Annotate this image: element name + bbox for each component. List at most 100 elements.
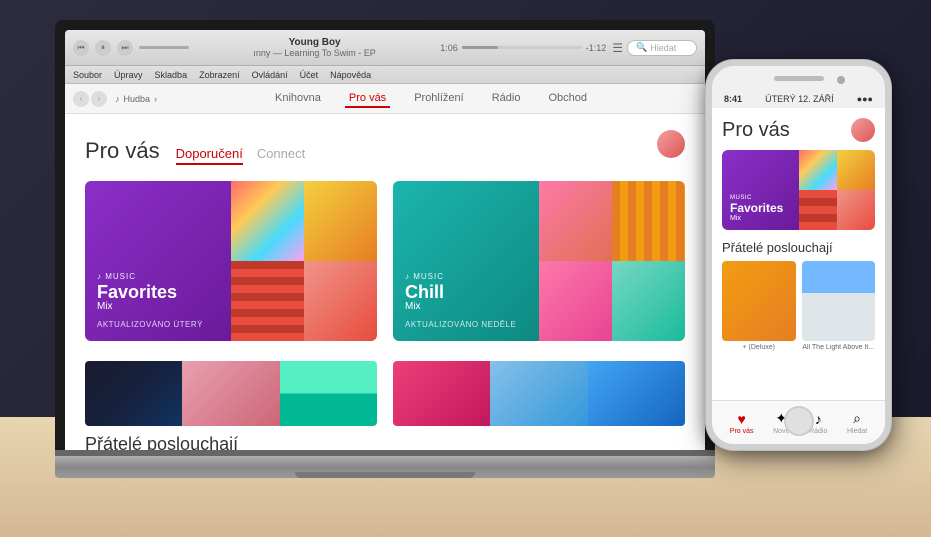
menu-upravy[interactable]: Úpravy <box>114 70 143 80</box>
favorites-mix-main: ♪ Music Favorites Mix Aktualizováno úter… <box>85 181 231 341</box>
favorites-label: ♪ Music <box>97 272 219 281</box>
iphone-mix-title: Favorites <box>730 201 791 215</box>
time-remaining: -1:12 <box>586 43 607 53</box>
br-thumb-3 <box>588 361 685 426</box>
music-note-icon: ♪ <box>115 94 120 104</box>
progress-bar[interactable] <box>462 46 582 49</box>
chill-thumb-3 <box>539 261 612 341</box>
prev-button[interactable]: ⏮ <box>73 40 89 56</box>
progress-fill <box>462 46 498 49</box>
bl-thumb-1 <box>85 361 182 426</box>
iphone-camera <box>837 76 845 84</box>
iphone-screen: 8:41 ÚTERÝ 12. ZÁŘÍ ●●● Pro vás Music Fa… <box>712 90 885 444</box>
bottom-left-grid <box>85 361 377 426</box>
iphone-friend-1-wrapper: + (Deluxe) <box>722 261 796 351</box>
iphone-friends-section: Přátelé poslouchají + (Deluxe) All The L… <box>722 240 875 351</box>
iphone-thumb-2 <box>837 150 875 190</box>
tab-for-you[interactable]: Pro vás <box>345 90 390 108</box>
search-box[interactable]: 🔍 Hledat <box>627 40 697 56</box>
favorites-mix-card[interactable]: ♪ Music Favorites Mix Aktualizováno úter… <box>85 181 377 341</box>
menu-ovladani[interactable]: Ovládání <box>252 70 288 80</box>
chill-label: ♪ Music <box>405 272 527 281</box>
user-avatar[interactable] <box>657 130 685 158</box>
iphone-friend-2-wrapper: All The Light Above It... <box>802 261 876 351</box>
iphone-friends-row: + (Deluxe) All The Light Above It... <box>722 261 875 351</box>
bottom-row <box>85 361 685 426</box>
laptop-base <box>55 456 715 478</box>
sub-tab-doporuceni[interactable]: Doporučení <box>176 146 243 165</box>
time-elapsed: 1:06 <box>440 43 458 53</box>
favorites-updated: Aktualizováno úterý <box>97 320 219 329</box>
iphone-friend-2[interactable] <box>802 261 876 341</box>
chill-title: Chill <box>405 283 527 301</box>
progress-area: 1:06 -1:12 <box>440 43 606 53</box>
iphone-time: 8:41 <box>724 94 742 104</box>
chill-mix-main: ♪ Music Chill Mix Aktualizováno neděle <box>393 181 539 341</box>
laptop: ⏮ ⏸ ⏭ Young Boy ınny — Learning To Swim … <box>55 20 715 478</box>
track-info: Young Boy ınny — Learning To Swim - EP <box>195 37 434 58</box>
laptop-screen: ⏮ ⏸ ⏭ Young Boy ınny — Learning To Swim … <box>65 30 705 450</box>
iphone-thumb-1 <box>799 150 837 190</box>
list-icon: ☰ <box>612 41 623 55</box>
chill-thumb-4 <box>612 261 685 341</box>
br-thumb-2 <box>490 361 587 426</box>
back-arrow[interactable]: ‹ <box>73 91 89 107</box>
iphone-date: ÚTERÝ 12. ZÁŘÍ <box>765 94 834 104</box>
iphone-tab-for-you[interactable]: ♥ Pro vás <box>730 411 754 435</box>
iphone-mix-subtitle: Mix <box>730 215 791 222</box>
tab-store[interactable]: Obchod <box>544 90 591 108</box>
next-button[interactable]: ⏭ <box>117 40 133 56</box>
menu-soubor[interactable]: Soubor <box>73 70 102 80</box>
page-title: Pro vás <box>85 138 160 164</box>
search-icon: 🔍 <box>636 42 647 53</box>
chill-thumb-2 <box>612 181 685 261</box>
iphone-page-header: Pro vás <box>722 118 875 142</box>
menu-ucet[interactable]: Účet <box>300 70 319 80</box>
tab-browse[interactable]: Prohlížení <box>410 90 468 108</box>
iphone-mix-card[interactable]: Music Favorites Mix <box>722 150 875 230</box>
play-pause-button[interactable]: ⏸ <box>95 40 111 56</box>
radio-icon: ♪ <box>815 411 822 427</box>
heart-icon: ♥ <box>738 411 746 427</box>
volume-control[interactable] <box>139 46 189 49</box>
toolbar-controls: ☰ 🔍 Hledat <box>612 40 697 56</box>
sub-tabs: Doporučení Connect <box>176 146 306 165</box>
bl-thumb-2 <box>182 361 279 426</box>
thumb-3 <box>231 261 304 341</box>
iphone-tab-search-label: Hledat <box>847 428 867 435</box>
nav-bar: ‹ › ♪ Hudba › Knihovna Pro vás Prohlížen… <box>65 84 705 114</box>
chill-thumb-1 <box>539 181 612 261</box>
iphone-signal: ●●● <box>857 94 873 104</box>
breadcrumb-text: Hudba <box>124 94 151 104</box>
bl-thumb-3 <box>280 361 377 426</box>
search-placeholder: Hledat <box>650 43 676 53</box>
sub-tab-connect[interactable]: Connect <box>257 146 305 165</box>
iphone: 8:41 ÚTERÝ 12. ZÁŘÍ ●●● Pro vás Music Fa… <box>706 60 891 450</box>
iphone-avatar[interactable] <box>851 118 875 142</box>
iphone-friends-title: Přátelé poslouchají <box>722 240 875 255</box>
iphone-home-btn[interactable] <box>784 406 814 436</box>
search-icon: ⌕ <box>853 410 861 427</box>
mixes-row: ♪ Music Favorites Mix Aktualizováno úter… <box>85 181 685 341</box>
nav-arrows: ‹ › <box>73 91 107 107</box>
iphone-content: Pro vás Music Favorites Mix P <box>712 108 885 400</box>
favorites-title: Favorites <box>97 283 219 301</box>
iphone-mix-thumbs <box>799 150 876 230</box>
menu-napoveda[interactable]: Nápověda <box>330 70 371 80</box>
thumb-4 <box>304 261 377 341</box>
iphone-mix-main: Music Favorites Mix <box>722 150 799 230</box>
bottom-right-grid <box>393 361 685 426</box>
iphone-friend-1[interactable] <box>722 261 796 341</box>
chill-updated: Aktualizováno neděle <box>405 320 527 329</box>
iphone-tab-search[interactable]: ⌕ Hledat <box>847 410 867 435</box>
track-title: Young Boy <box>195 37 434 48</box>
iphone-page-title-text: Pro vás <box>722 119 790 142</box>
tab-radio[interactable]: Rádio <box>488 90 525 108</box>
tab-library[interactable]: Knihovna <box>271 90 325 108</box>
iphone-speaker <box>774 76 824 81</box>
menu-zobrazeni[interactable]: Zobrazení <box>199 70 240 80</box>
menu-skladba[interactable]: Skladba <box>155 70 188 80</box>
forward-arrow[interactable]: › <box>91 91 107 107</box>
chill-mix-card[interactable]: ♪ Music Chill Mix Aktualizováno neděle <box>393 181 685 341</box>
iphone-friend-1-label: + (Deluxe) <box>722 344 796 351</box>
